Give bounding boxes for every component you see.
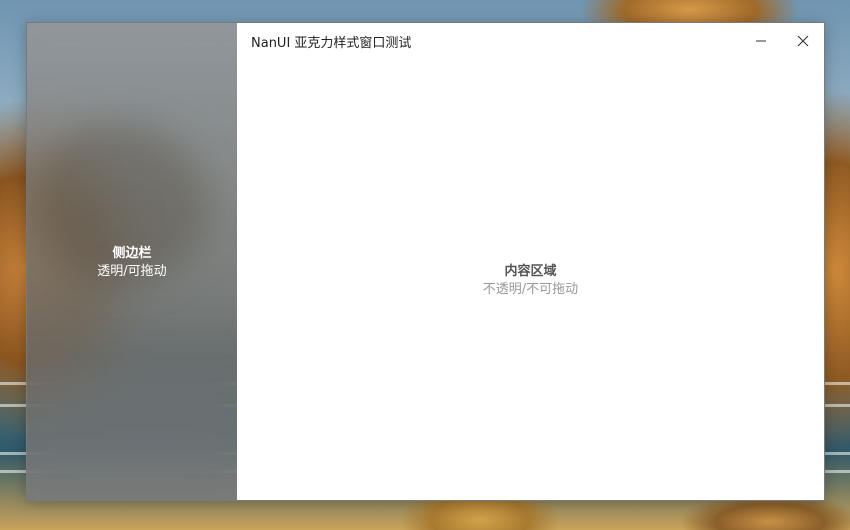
window-title: NanUI 亚克力样式窗口测试	[251, 36, 412, 51]
sidebar-caption: 侧边栏 透明/可拖动	[27, 245, 237, 281]
sidebar[interactable]: 侧边栏 透明/可拖动	[27, 23, 237, 500]
close-icon	[797, 35, 809, 47]
content-title: 内容区域	[504, 264, 557, 279]
minimize-icon	[756, 40, 766, 42]
content-area: NanUI 亚克力样式窗口测试 内容区域 不透明/不可拖动	[237, 23, 824, 500]
minimize-button[interactable]	[740, 23, 782, 59]
sidebar-subtitle: 透明/可拖动	[97, 264, 167, 279]
app-window: 侧边栏 透明/可拖动 NanUI 亚克力样式窗口测试 内容区域 不透明/不可拖动	[26, 22, 825, 501]
content-subtitle: 不透明/不可拖动	[482, 282, 579, 297]
title-bar[interactable]: NanUI 亚克力样式窗口测试	[237, 23, 824, 59]
content-caption: 内容区域 不透明/不可拖动	[237, 263, 824, 299]
sidebar-title: 侧边栏	[112, 246, 152, 261]
close-button[interactable]	[782, 23, 824, 59]
